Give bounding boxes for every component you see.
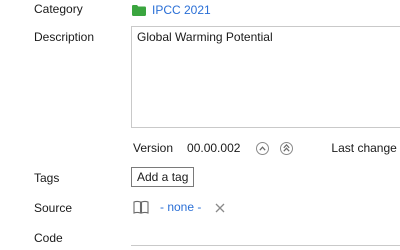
- source-row: - none -: [133, 199, 225, 215]
- folder-icon: [132, 4, 146, 16]
- code-input[interactable]: [131, 230, 400, 246]
- version-label: Version: [133, 141, 174, 155]
- close-icon[interactable]: [215, 202, 225, 213]
- category-link[interactable]: IPCC 2021: [152, 3, 211, 17]
- description-label: Description: [34, 30, 95, 44]
- add-tag-button[interactable]: Add a tag: [131, 167, 195, 187]
- circle-double-chevron-up-icon[interactable]: [280, 141, 294, 155]
- source-label: Source: [34, 201, 73, 215]
- last-change-label: Last change: [331, 141, 397, 155]
- source-link[interactable]: - none -: [160, 200, 201, 214]
- process-info-panel: Category IPCC 2021 Description Global Wa…: [0, 0, 400, 250]
- tags-label: Tags: [34, 171, 60, 185]
- description-textarea[interactable]: Global Warming Potential: [131, 26, 400, 128]
- book-icon[interactable]: [133, 200, 149, 214]
- description-text: Global Warming Potential: [137, 30, 273, 44]
- version-row: Version 00.00.002 Last change: [133, 140, 397, 156]
- circle-chevron-up-icon[interactable]: [256, 141, 270, 155]
- category-label: Category: [34, 2, 83, 16]
- category-value: IPCC 2021: [132, 2, 211, 18]
- code-label: Code: [34, 231, 63, 245]
- version-value: 00.00.002: [187, 141, 241, 155]
